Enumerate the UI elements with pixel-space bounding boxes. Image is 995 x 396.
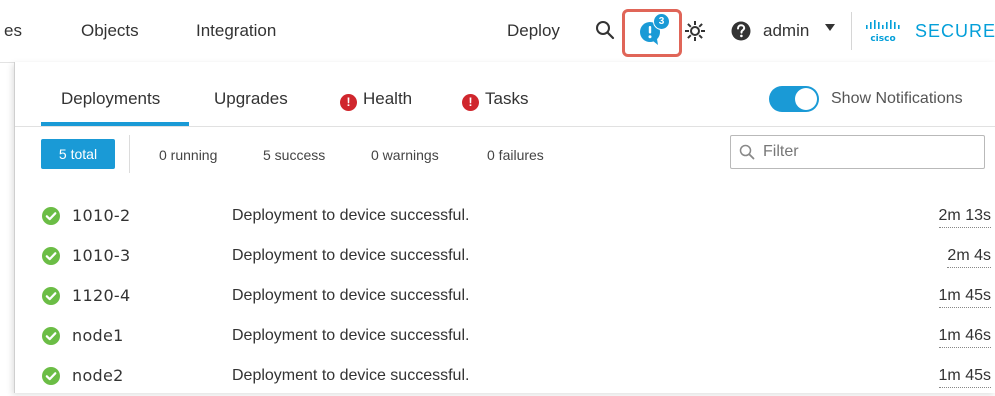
device-name: node1 bbox=[72, 326, 124, 345]
brand-word: SECURE bbox=[915, 21, 995, 41]
device-name: 1010-3 bbox=[72, 246, 131, 265]
cisco-logo-text: cisco bbox=[870, 34, 895, 44]
deployment-duration: 2m 13s bbox=[938, 206, 991, 228]
list-item[interactable]: node2 Deployment to device successful. 1… bbox=[15, 356, 995, 396]
deployment-duration: 1m 46s bbox=[938, 326, 991, 348]
tab-upgrades[interactable]: Upgrades bbox=[214, 88, 288, 110]
nav-item-objects[interactable]: Objects bbox=[81, 20, 139, 42]
help-icon[interactable] bbox=[731, 21, 751, 46]
search-icon[interactable] bbox=[595, 20, 615, 45]
check-circle-icon bbox=[42, 207, 60, 230]
top-navigation: es Objects Integration Deploy 3 admin ci… bbox=[0, 0, 995, 63]
tab-health-label: Health bbox=[363, 89, 413, 108]
tab-tasks[interactable]: ! Tasks bbox=[462, 88, 528, 111]
success-filter-button[interactable]: 5 success bbox=[263, 146, 325, 164]
deployment-duration: 1m 45s bbox=[938, 366, 991, 388]
warnings-filter-button[interactable]: 0 warnings bbox=[371, 146, 439, 164]
tab-deployments[interactable]: Deployments bbox=[61, 88, 160, 110]
list-item[interactable]: 1120-4 Deployment to device successful. … bbox=[15, 276, 995, 316]
failures-filter-button[interactable]: 0 failures bbox=[487, 146, 544, 164]
tab-health[interactable]: ! Health bbox=[340, 88, 412, 111]
deploy-button[interactable]: Deploy bbox=[507, 20, 560, 42]
tab-tasks-label: Tasks bbox=[485, 89, 529, 108]
check-circle-icon bbox=[42, 327, 60, 350]
summary-divider bbox=[129, 135, 130, 173]
notifications-panel: Deployments Upgrades ! Health ! Tasks Show… bbox=[14, 62, 995, 393]
panel-tabs: Deployments Upgrades ! Health ! Tasks Show… bbox=[15, 62, 995, 127]
nav-divider bbox=[851, 12, 852, 50]
alert-icon: ! bbox=[340, 94, 357, 111]
check-circle-icon bbox=[42, 287, 60, 310]
nav-item-partial[interactable]: es bbox=[4, 20, 22, 42]
deployment-message: Deployment to device successful. bbox=[232, 207, 470, 224]
filter-field[interactable] bbox=[730, 135, 985, 169]
notification-count-badge: 3 bbox=[653, 13, 670, 30]
show-notifications-label: Show Notifications bbox=[831, 90, 963, 107]
filter-input[interactable] bbox=[763, 140, 973, 164]
check-circle-icon bbox=[42, 367, 60, 390]
device-name: 1120-4 bbox=[72, 286, 131, 305]
gear-icon[interactable] bbox=[684, 20, 706, 47]
list-item[interactable]: node1 Deployment to device successful. 1… bbox=[15, 316, 995, 356]
user-menu[interactable]: admin bbox=[763, 20, 809, 42]
deployment-message: Deployment to device successful. bbox=[232, 287, 470, 304]
list-item[interactable]: 1010-2 Deployment to device successful. … bbox=[15, 196, 995, 236]
running-filter-button[interactable]: 0 running bbox=[159, 146, 217, 164]
deployment-duration: 2m 4s bbox=[947, 246, 991, 268]
deployment-duration: 1m 45s bbox=[938, 286, 991, 308]
deployment-message: Deployment to device successful. bbox=[232, 367, 470, 384]
list-item[interactable]: 1010-3 Deployment to device successful. … bbox=[15, 236, 995, 276]
device-name: 1010-2 bbox=[72, 206, 131, 225]
deployment-summary: 5 total 0 running 5 success 0 warnings 0… bbox=[15, 127, 995, 183]
total-filter-button[interactable]: 5 total bbox=[41, 139, 115, 169]
device-name: node2 bbox=[72, 366, 124, 385]
chevron-down-icon[interactable] bbox=[825, 24, 835, 31]
show-notifications-toggle[interactable] bbox=[769, 86, 819, 112]
check-circle-icon bbox=[42, 247, 60, 270]
active-tab-indicator bbox=[41, 122, 189, 126]
search-icon bbox=[739, 144, 755, 165]
deployment-message: Deployment to device successful. bbox=[232, 327, 470, 344]
toggle-knob bbox=[795, 88, 817, 110]
alert-icon: ! bbox=[462, 94, 479, 111]
cisco-logo: cisco bbox=[864, 19, 908, 50]
deployment-message: Deployment to device successful. bbox=[232, 247, 470, 264]
nav-item-integration[interactable]: Integration bbox=[196, 20, 276, 42]
